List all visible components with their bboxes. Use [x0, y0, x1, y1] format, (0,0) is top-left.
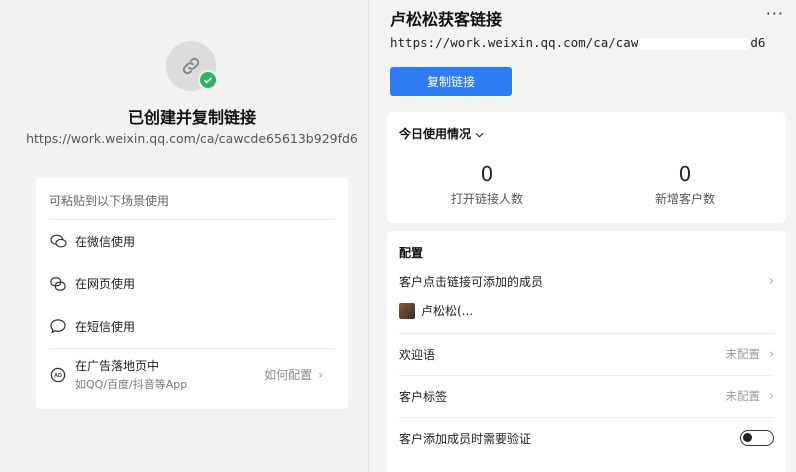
success-panel: 已创建并复制链接 https://work.weixin.qq.com/ca/c… — [0, 0, 368, 472]
verify-label: 客户添加成员时需要验证 — [399, 431, 532, 446]
ad-icon: AD — [49, 366, 67, 384]
check-icon — [198, 70, 218, 90]
wechat-icon — [49, 232, 67, 250]
scene-label: 在广告落地页中 — [75, 359, 160, 373]
config-tags-row[interactable]: 客户标签 未配置 › — [399, 387, 774, 405]
scene-heading: 可粘贴到以下场景使用 — [49, 194, 170, 208]
tags-value: 未配置 — [725, 389, 761, 403]
stat-value: 0 — [678, 162, 692, 186]
scene-label: 在微信使用 — [75, 234, 136, 249]
how-to-config-link[interactable]: 如何配置 › — [264, 366, 323, 383]
member-chip: 卢松松(... — [399, 302, 473, 319]
scene-sub-label: 如QQ/百度/抖音等App — [75, 378, 188, 391]
config-members-row[interactable]: 客户点击链接可添加的成员 › — [399, 272, 774, 290]
today-stats-card: 今日使用情况 0 打开链接人数 0 新增客户数 — [387, 112, 786, 223]
scene-card: 可粘贴到以下场景使用 在微信使用 在网页使用 在短信使用 AD 在广告落地页中 … — [36, 178, 348, 409]
divider — [399, 375, 774, 376]
how-to-config-label: 如何配置 — [264, 368, 313, 382]
stat-open-count: 0 打开链接人数 — [387, 162, 587, 207]
copy-link-button[interactable]: 复制链接 — [390, 67, 512, 96]
link-url-prefix: https://work.weixin.qq.com/ca/caw — [390, 35, 639, 50]
scene-item-web[interactable]: 在网页使用 — [49, 262, 335, 305]
link-title: 卢松松获客链接 — [390, 10, 503, 29]
config-heading: 配置 — [399, 246, 424, 260]
chevron-right-icon: › — [768, 388, 774, 404]
scene-item-wechat[interactable]: 在微信使用 — [49, 219, 335, 262]
created-title: 已创建并复制链接 — [127, 108, 256, 127]
stat-label: 新增客户数 — [654, 192, 715, 206]
chevron-right-icon: › — [768, 273, 774, 289]
redaction-mask — [638, 37, 751, 50]
toggle-knob — [743, 433, 752, 442]
verify-toggle[interactable] — [740, 430, 774, 446]
today-dropdown[interactable]: 今日使用情况 — [399, 125, 484, 142]
greeting-label: 欢迎语 — [399, 347, 436, 362]
created-url: https://work.weixin.qq.com/ca/cawcde6561… — [26, 131, 358, 146]
web-icon — [49, 275, 67, 293]
tags-label: 客户标签 — [399, 389, 448, 404]
members-label: 客户点击链接可添加的成员 — [399, 274, 544, 289]
divider — [399, 417, 774, 418]
config-card: 配置 客户点击链接可添加的成员 › 卢松松(... 欢迎语 未配置 › 客户标签… — [387, 231, 786, 472]
scene-label: 在短信使用 — [75, 320, 136, 334]
chevron-right-icon: › — [318, 367, 323, 382]
scene-item-sms[interactable]: 在短信使用 — [49, 305, 335, 348]
member-name: 卢松松(... — [421, 304, 474, 318]
chevron-right-icon: › — [768, 346, 774, 362]
stat-label: 打开链接人数 — [450, 192, 523, 206]
link-detail-panel: 卢松松获客链接 ··· https://work.weixin.qq.com/c… — [368, 0, 796, 472]
more-options-icon[interactable]: ··· — [766, 4, 784, 23]
stat-value: 0 — [480, 162, 494, 186]
today-heading: 今日使用情况 — [399, 127, 472, 141]
greeting-value: 未配置 — [725, 347, 761, 361]
chevron-down-icon — [475, 127, 484, 141]
scene-label: 在网页使用 — [75, 277, 136, 291]
link-url: https://work.weixin.qq.com/ca/caw d6 — [390, 35, 765, 50]
divider — [399, 333, 774, 334]
avatar — [399, 302, 415, 319]
link-url-suffix: d6 — [750, 35, 766, 50]
svg-text:AD: AD — [54, 373, 62, 379]
scene-item-ad[interactable]: AD 在广告落地页中 如QQ/百度/抖音等App 如何配置 › — [49, 348, 335, 400]
stat-new-customers: 0 新增客户数 — [585, 162, 785, 207]
config-verify-row: 客户添加成员时需要验证 — [399, 429, 774, 447]
config-greeting-row[interactable]: 欢迎语 未配置 › — [399, 345, 774, 363]
sms-icon — [49, 318, 67, 336]
